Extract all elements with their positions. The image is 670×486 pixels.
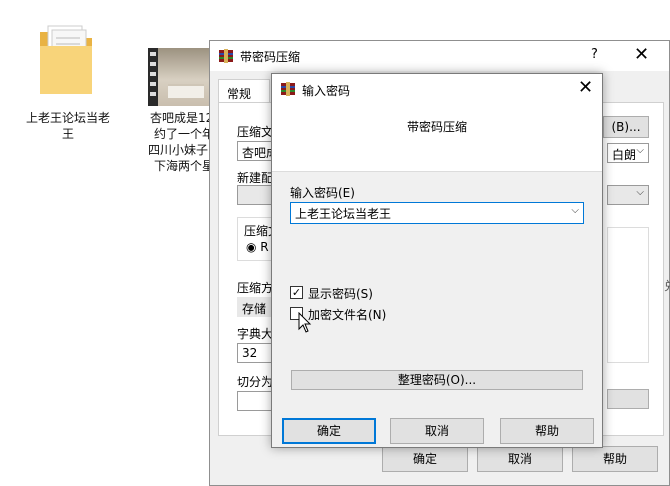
browse-button[interactable]: (B)... [603,116,649,138]
cancel-button[interactable]: 取消 [477,446,563,472]
video-label-line: 约了一个年 [154,127,215,141]
ok-button[interactable]: 确定 [382,446,468,472]
profile-combo-value: 白朗 [612,148,637,162]
method-label: 压缩方 [237,281,274,295]
close-icon[interactable]: ✕ [634,44,649,65]
update-combo[interactable]: ⌵ [607,185,649,205]
header-caption: 带密码压缩 [406,120,467,134]
password-label: 输入密码(E) [290,186,355,200]
manage-passwords-button[interactable]: 整理密码(O)... [291,370,583,390]
video-label-line: 下海两个星 [154,159,215,173]
help-icon[interactable]: ? [591,47,598,62]
chevron-down-icon[interactable]: ⌵ [571,205,579,216]
chevron-down-icon: ⌵ [636,145,644,156]
password-dialog-title: 输入密码 [302,84,351,98]
winrar-icon [219,49,233,63]
video-thumbnail[interactable] [148,48,210,106]
split-label: 切分为 [237,375,274,389]
show-password-label[interactable]: 显示密码(S) [308,285,373,302]
video-label-line: 四川小妹子 [148,143,209,157]
encrypt-filenames-label[interactable]: 加密文件名(N) [308,306,386,323]
cancel-button[interactable]: 取消 [390,418,484,444]
tab-general[interactable]: 常规 [218,79,270,103]
help-button[interactable]: 帮助 [572,446,658,472]
options-list[interactable] [607,227,649,363]
password-input[interactable]: 上老王论坛当老王 ⌵ [290,202,584,224]
dict-label: 字典大 [237,327,274,341]
password-dialog-titlebar[interactable]: 输入密码 ✕ [272,74,602,104]
password-value: 上老王论坛当老王 [295,207,392,221]
folder-icon[interactable] [36,24,96,98]
video-label-line: 杏吧成是12 [150,111,214,125]
help-button[interactable]: 帮助 [500,418,594,444]
password-dialog-header: 带密码压缩 [272,104,602,172]
video-label[interactable]: 杏吧成是12 约了一个年 四川小妹子 下海两个星 [148,110,215,174]
archive-dialog-title: 带密码压缩 [240,50,301,64]
rar-radio[interactable]: ◉ R [246,240,269,254]
new-config-label: 新建配 [237,171,274,185]
side-text: 兑 [664,277,670,294]
profile-combo[interactable]: 白朗 ⌵ [607,143,649,163]
folder-label[interactable]: 上老王论坛当老 王 [22,110,114,142]
mouse-cursor-icon [298,312,312,333]
password-dialog: 输入密码 ✕ 带密码压缩 输入密码(E) 上老王论坛当老王 ⌵ ✓ 显示密码(S… [271,73,603,448]
archive-dialog-titlebar[interactable]: 带密码压缩 ? ✕ [210,41,669,71]
show-password-checkbox[interactable]: ✓ [290,286,303,299]
chevron-down-icon: ⌵ [636,187,644,198]
winrar-icon [281,82,295,96]
rar-radio-label: R [260,240,269,254]
ok-button[interactable]: 确定 [282,418,376,444]
profiles-button[interactable] [607,389,649,409]
close-icon[interactable]: ✕ [578,77,593,98]
archive-name-label: 压缩文 [237,125,274,139]
